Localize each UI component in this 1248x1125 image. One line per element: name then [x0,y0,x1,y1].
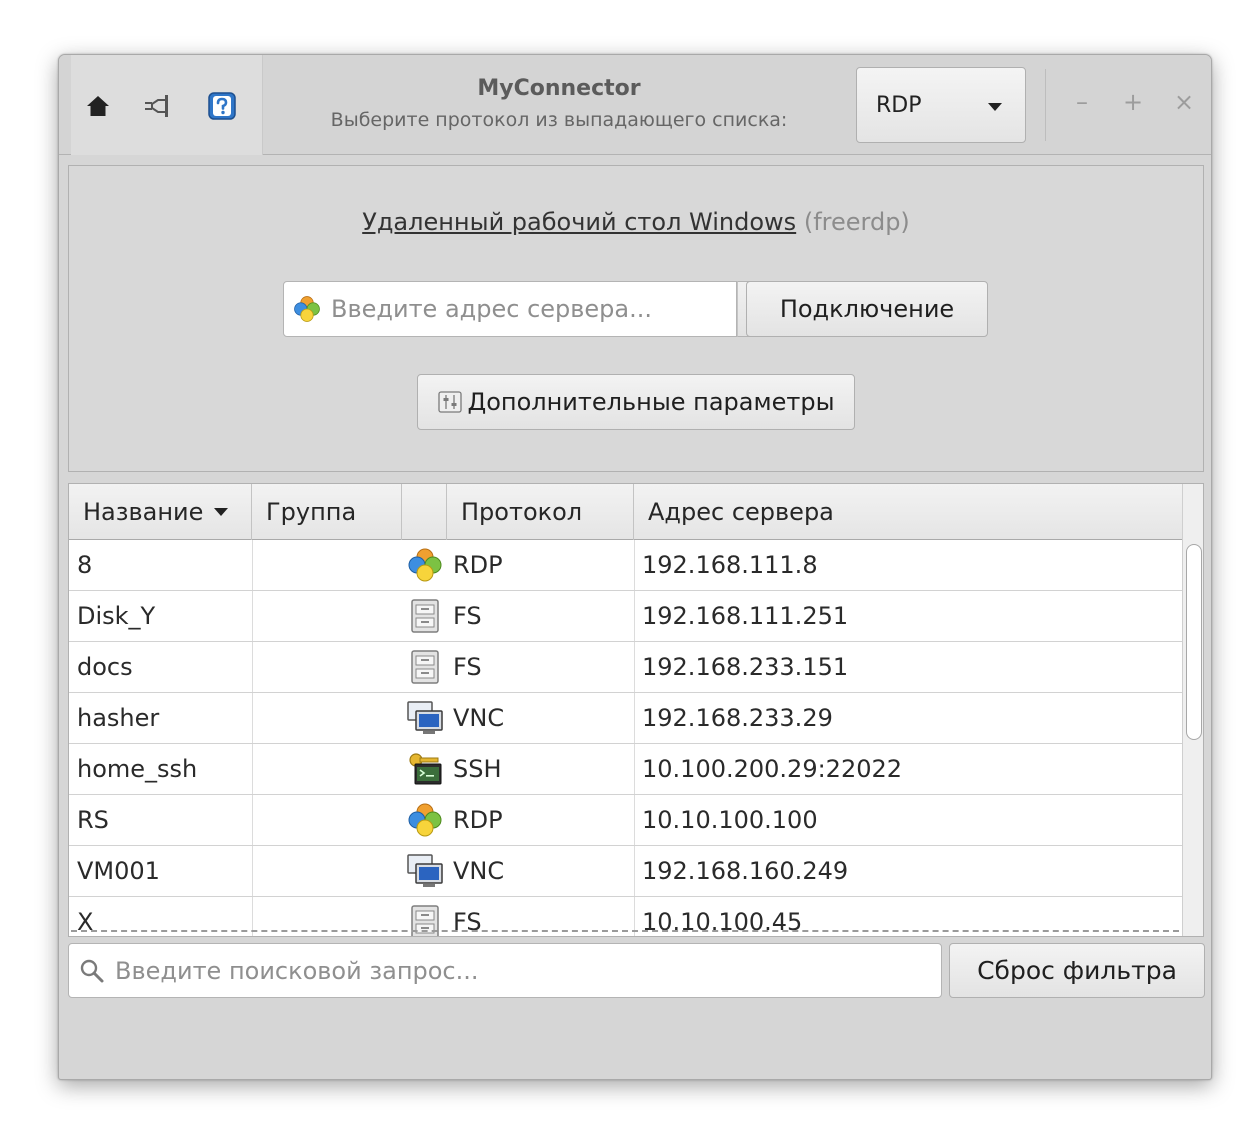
cell-address: 10.100.200.29:22022 [642,755,903,783]
ssh-icon [407,751,443,787]
rdp-icon [407,802,443,838]
cell-icon [405,642,445,692]
cell-protocol: FS [453,602,482,630]
cell-icon [405,795,445,845]
protocol-select-value: RDP [876,92,922,118]
chevron-down-icon [988,103,1002,111]
settings-icon [438,391,463,413]
column-header-name-label: Название [83,498,204,526]
search-input[interactable]: Введите поисковой запрос... [68,943,942,998]
fs-icon [407,904,443,937]
table-row[interactable]: Disk_Y FS 192.168.111.251 [69,591,1182,642]
cell-address: 192.168.233.29 [642,704,833,732]
close-icon: × [1173,88,1195,116]
table-scrollbar[interactable] [1182,484,1203,936]
rdp-icon [407,547,443,583]
column-header-protocol[interactable]: Протокол [447,484,634,540]
cell-protocol: FS [453,653,482,681]
cell-icon [405,846,445,896]
cell-name: Disk_Y [77,602,156,630]
fs-icon [407,649,443,685]
protocol-heading-link[interactable]: Удаленный рабочий стол Windows [362,208,796,236]
search-placeholder: Введите поисковой запрос... [115,956,479,985]
minimize-button[interactable]: – [1067,87,1097,117]
home-icon [87,96,109,116]
cell-name: hasher [77,704,160,732]
cell-name: RS [77,806,109,834]
protocol-select[interactable]: RDP [856,67,1026,143]
table-row[interactable]: RS RDP 10.10.100.100 [69,795,1182,846]
cell-address: 192.168.111.8 [642,551,818,579]
plug-icon [145,95,168,117]
header-toolbar [71,55,263,155]
help-button[interactable] [205,89,239,123]
column-header-name[interactable]: Название [69,484,252,540]
connection-panel: Удаленный рабочий стол Windows (freerdp)… [68,165,1204,472]
help-icon [208,92,236,120]
connections-table: Название Группа Протокол Адрес сервера 8… [68,483,1204,937]
protocol-heading: Удаленный рабочий стол Windows (freerdp) [69,208,1203,236]
table-row[interactable]: 8 RDP 192.168.111.8 [69,540,1182,591]
connect-button[interactable]: Подключение [746,281,988,337]
column-header-address-label: Адрес сервера [648,498,834,526]
scrollbar-thumb[interactable] [1186,544,1202,740]
cell-protocol: VNC [453,857,505,885]
cell-address: 10.10.100.100 [642,806,818,834]
vnc-icon [407,853,443,889]
window-title: MyConnector [477,76,641,101]
column-header-protocol-label: Протокол [461,498,583,526]
rdp-icon [293,295,321,323]
cell-icon [405,744,445,794]
window-subtitle: Выберите протокол из выпадающего списка: [330,109,788,131]
table-row[interactable]: home_ssh SSH 10.100.200.29:22022 [69,744,1182,795]
cell-protocol: RDP [453,551,503,579]
vnc-icon [407,700,443,736]
fs-icon [407,598,443,634]
cell-name: docs [77,653,133,681]
cell-icon [405,540,445,590]
maximize-icon: + [1122,88,1144,116]
header-bar: MyConnector Выберите протокол из выпадаю… [59,55,1211,155]
minimize-icon: – [1076,88,1088,116]
home-button[interactable] [81,89,115,123]
table-row[interactable]: VM001 VNC 192.168.160.249 [69,846,1182,897]
cell-icon [405,693,445,743]
column-header-group[interactable]: Группа [252,484,402,540]
drop-indicator-line [71,930,1179,932]
column-header-icon[interactable] [402,484,447,540]
app-window: MyConnector Выберите протокол из выпадаю… [58,54,1212,1080]
table-body: 8 RDP 192.168.111.8 Disk_Y FS 192.168.11… [69,540,1182,937]
cell-address: 192.168.160.249 [642,857,849,885]
cell-protocol: RDP [453,806,503,834]
protocol-client-name: (freerdp) [803,208,910,236]
advanced-settings-label: Дополнительные параметры [467,388,835,416]
header-separator [1045,69,1046,141]
reset-filter-button[interactable]: Сброс фильтра [949,943,1205,998]
table-header: Название Группа Протокол Адрес сервера [69,484,1182,540]
cell-icon [405,591,445,641]
server-address-placeholder: Введите адрес сервера... [331,295,652,323]
cell-protocol: SSH [453,755,502,783]
title-block: MyConnector Выберите протокол из выпадаю… [269,73,849,135]
table-row[interactable]: hasher VNC 192.168.233.29 [69,693,1182,744]
sort-down-icon [214,508,229,516]
cell-address: 192.168.233.151 [642,653,849,681]
cell-address: 192.168.111.251 [642,602,849,630]
search-icon [80,959,104,982]
close-button[interactable]: × [1169,87,1199,117]
cell-name: VM001 [77,857,160,885]
advanced-settings-button[interactable]: Дополнительные параметры [417,374,855,430]
cell-name: 8 [77,551,93,579]
server-address-input[interactable]: Введите адрес сервера... [283,281,737,337]
column-header-address[interactable]: Адрес сервера [634,484,1182,540]
maximize-button[interactable]: + [1118,87,1148,117]
cell-protocol: VNC [453,704,505,732]
table-row[interactable]: docs FS 192.168.233.151 [69,642,1182,693]
plugin-button[interactable] [141,89,175,123]
column-header-group-label: Группа [266,498,357,526]
cell-name: home_ssh [77,755,198,783]
